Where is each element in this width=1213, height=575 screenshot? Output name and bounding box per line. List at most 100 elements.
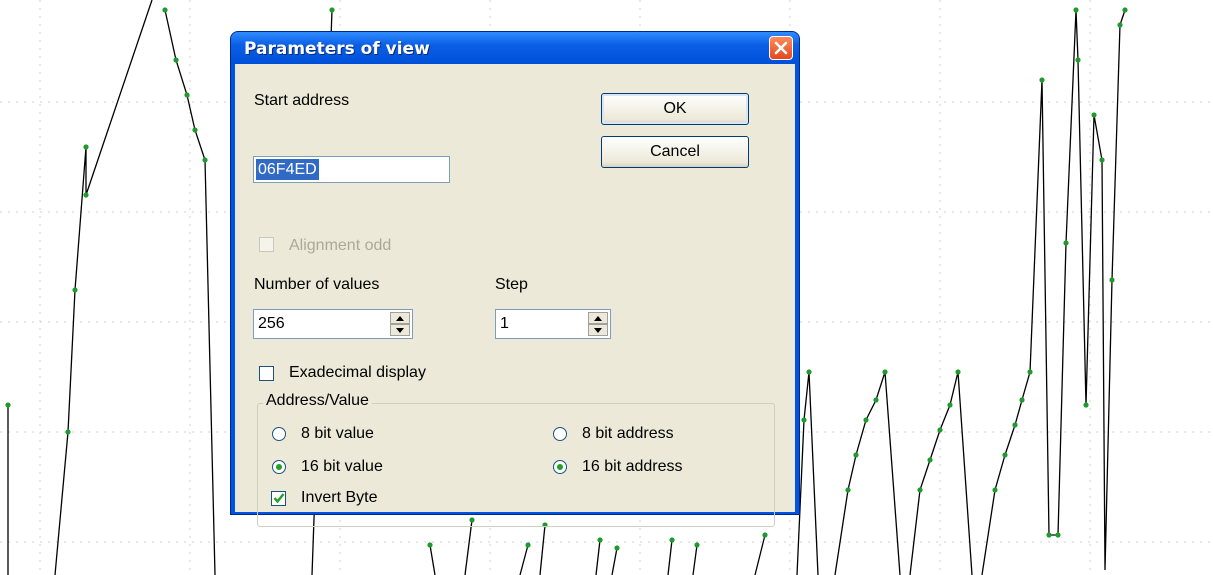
waveform-point: [597, 537, 603, 543]
waveform-point: [83, 192, 89, 198]
invert-byte-checkbox[interactable]: [271, 491, 286, 506]
waveform-line: [539, 524, 546, 575]
dialog-title: Parameters of view: [244, 39, 430, 59]
number-of-values-stepper[interactable]: 256: [253, 309, 413, 339]
waveform-point: [427, 542, 433, 548]
waveform-point: [1027, 369, 1033, 375]
waveform-point: [1046, 532, 1052, 538]
number-of-values-up-button[interactable]: [390, 312, 410, 324]
radio-selected-dot: [557, 464, 563, 470]
radio-8bit-address[interactable]: [553, 427, 567, 441]
waveform-point: [1002, 452, 1008, 458]
waveform-point: [1012, 422, 1018, 428]
close-x-icon: [774, 41, 788, 55]
waveform-point: [83, 144, 89, 150]
waveform-line: [464, 519, 473, 575]
waveform-line: [909, 371, 973, 575]
waveform-point: [5, 402, 11, 408]
radio-16bit-address[interactable]: [553, 460, 567, 474]
waveform-point: [1117, 22, 1123, 28]
triangle-up-icon: [594, 315, 602, 321]
waveform-point: [806, 369, 812, 375]
alignment-odd-checkbox[interactable]: [259, 237, 274, 252]
triangle-down-icon: [594, 327, 602, 333]
step-label: Step: [495, 276, 528, 293]
waveform-point: [992, 487, 998, 493]
number-of-values-down-button[interactable]: [390, 324, 410, 336]
waveform-point: [202, 157, 208, 163]
dialog-title-bar[interactable]: Parameters of view: [231, 32, 799, 64]
step-up-button[interactable]: [588, 312, 608, 324]
waveform-point: [863, 417, 869, 423]
waveform-point: [853, 452, 859, 458]
step-value: 1: [500, 315, 509, 332]
waveform-point: [192, 127, 198, 133]
start-address-field[interactable]: 06F4ED: [253, 156, 450, 183]
waveform-line: [519, 544, 529, 575]
address-value-group-title: Address/Value: [263, 392, 372, 410]
parameters-dialog: Parameters of view Start address 06F4ED …: [230, 31, 800, 527]
waveform-point: [917, 487, 923, 493]
radio-16bit-address-label: 16 bit address: [582, 458, 683, 475]
waveform-point: [72, 287, 78, 293]
waveform-line: [692, 544, 698, 575]
waveform-point: [1109, 277, 1115, 283]
alignment-odd-label: Alignment odd: [289, 237, 392, 254]
waveform-point: [927, 457, 933, 463]
radio-8bit-value-label: 8 bit value: [301, 425, 374, 442]
waveform-point: [1083, 402, 1089, 408]
triangle-down-icon: [396, 327, 404, 333]
cancel-button[interactable]: Cancel: [601, 136, 749, 168]
hex-display-label: Exadecimal display: [289, 364, 426, 381]
waveform-point: [614, 545, 620, 551]
step-spin: [588, 312, 608, 336]
waveform-point: [801, 417, 807, 423]
radio-16bit-value[interactable]: [272, 460, 286, 474]
waveform-point: [955, 369, 961, 375]
waveform-point: [1019, 397, 1025, 403]
waveform-line: [796, 371, 819, 575]
waveform-point: [184, 92, 190, 98]
invert-byte-label: Invert Byte: [301, 489, 378, 506]
radio-8bit-address-label: 8 bit address: [582, 425, 674, 442]
waveform-point: [762, 532, 768, 538]
ok-label: OK: [663, 100, 687, 117]
radio-8bit-value[interactable]: [272, 427, 286, 441]
dialog-body: Start address 06F4ED OK Cancel Alignment…: [235, 64, 795, 527]
waveform-point: [937, 427, 943, 433]
waveform-point: [947, 402, 953, 408]
close-button[interactable]: [769, 36, 793, 60]
waveform-point: [525, 542, 531, 548]
start-address-label: Start address: [254, 92, 350, 109]
waveform-point: [694, 542, 700, 548]
waveform-line: [667, 539, 673, 575]
waveform-point: [1099, 157, 1105, 163]
waveform-point: [882, 369, 888, 375]
waveform-point: [845, 487, 851, 493]
step-stepper[interactable]: 1: [495, 309, 611, 339]
waveform-line: [981, 9, 1126, 575]
check-mark-icon: [273, 493, 285, 504]
waveform-point: [1073, 7, 1079, 13]
waveform-line: [595, 539, 601, 575]
cancel-label: Cancel: [650, 143, 700, 160]
waveform-point: [1091, 112, 1097, 118]
waveform-point: [329, 7, 335, 13]
waveform-line: [611, 547, 618, 575]
waveform-point: [173, 57, 179, 63]
waveform-point: [1063, 240, 1069, 246]
number-of-values-spin: [390, 312, 410, 336]
hex-display-checkbox[interactable]: [259, 366, 274, 381]
waveform-point: [1039, 77, 1045, 83]
waveform-point: [162, 7, 168, 13]
waveform-point: [669, 537, 675, 543]
waveform-point: [1122, 7, 1128, 13]
ok-button[interactable]: OK: [601, 93, 749, 125]
waveform-point: [873, 397, 879, 403]
radio-16bit-value-label: 16 bit value: [301, 458, 383, 475]
waveform-point: [65, 429, 71, 435]
waveform-line: [754, 534, 766, 575]
waveform-line: [834, 371, 901, 575]
step-down-button[interactable]: [588, 324, 608, 336]
radio-selected-dot: [276, 464, 282, 470]
